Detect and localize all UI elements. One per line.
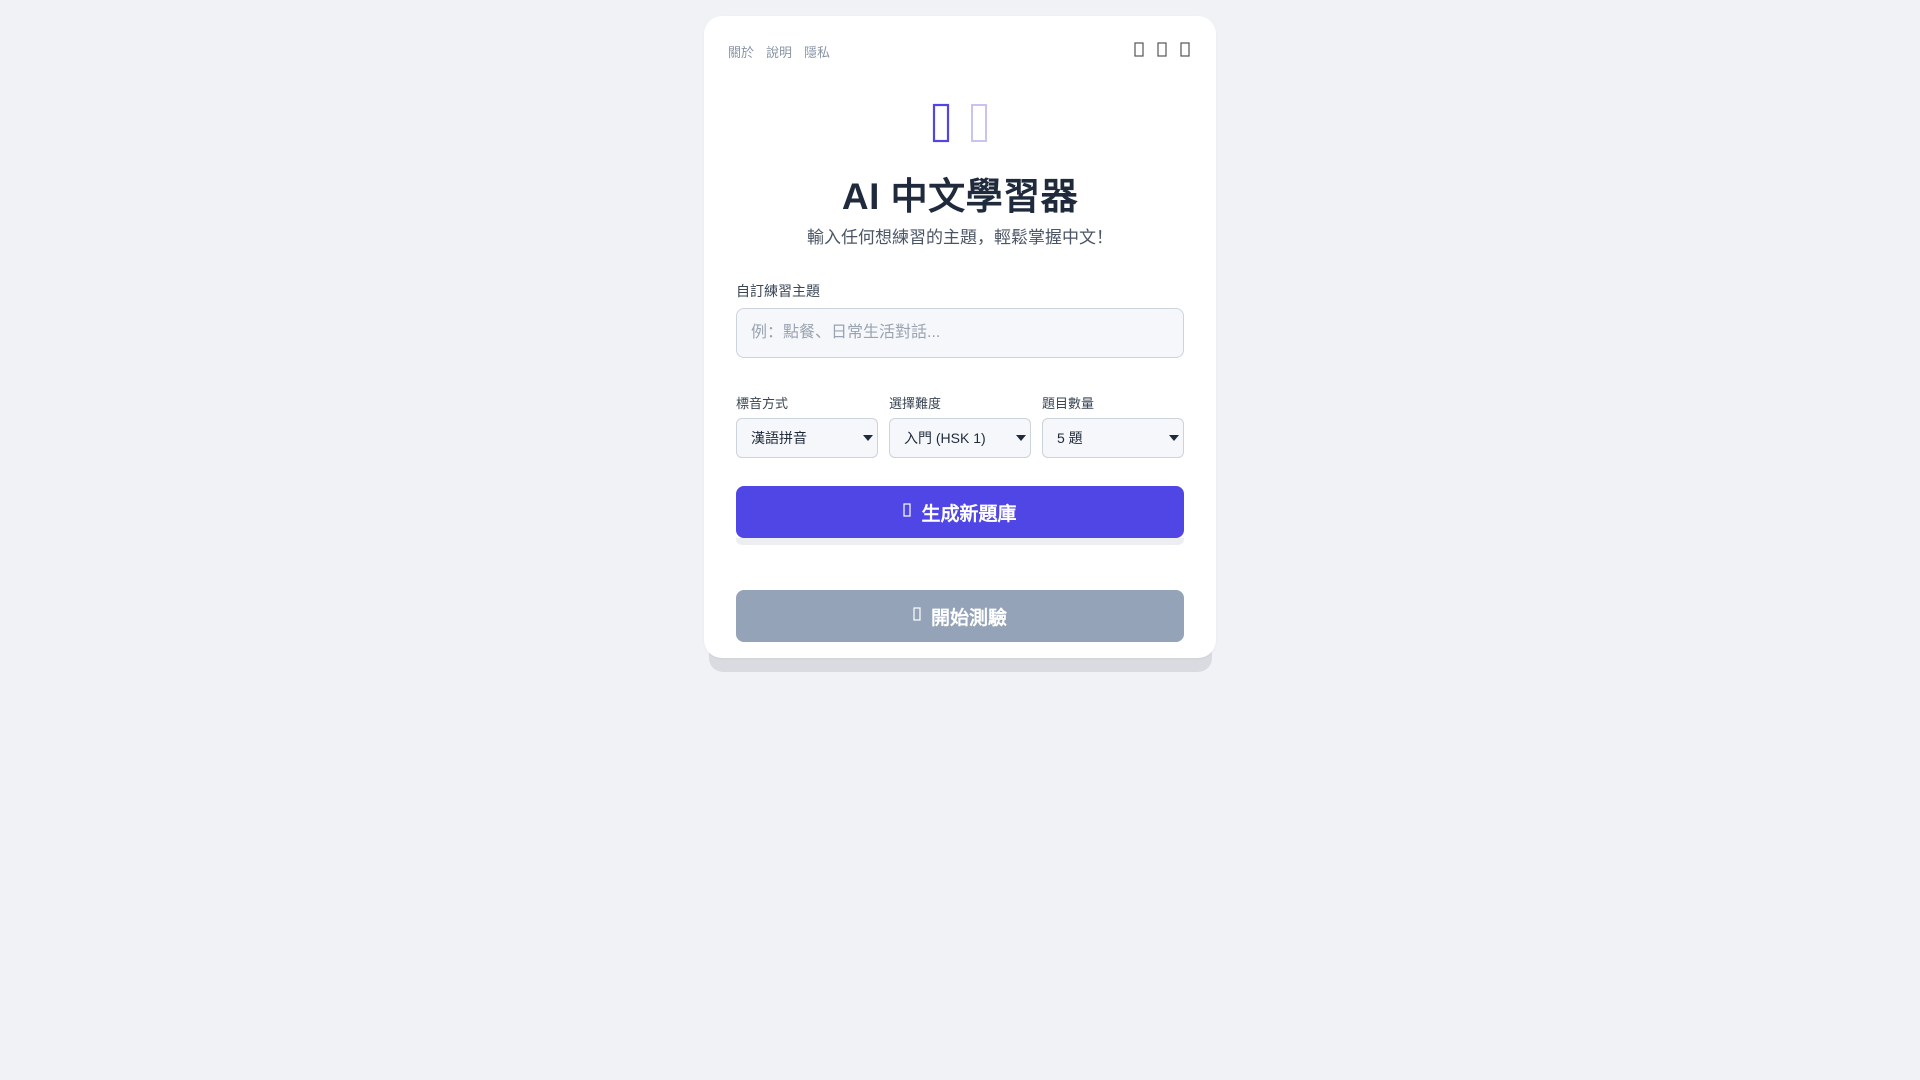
hero-icon-group xyxy=(704,100,1216,146)
sparkle-icon xyxy=(968,100,990,146)
page-title: AI 中文學習器 xyxy=(841,176,1079,217)
topic-input[interactable] xyxy=(736,308,1184,358)
theme-toggle-icon[interactable] xyxy=(1131,40,1146,58)
magic-wand-icon xyxy=(903,501,912,523)
play-icon xyxy=(913,605,921,627)
page-subtitle: 輸入任何想練習的主題，輕鬆掌握中文！ xyxy=(807,228,1113,247)
history-icon[interactable] xyxy=(1154,40,1169,58)
difficulty-select[interactable]: 入門 (HSK 1) xyxy=(889,418,1031,458)
count-select-value: 5 題 xyxy=(1057,430,1083,446)
phonetic-label: 標音方式 xyxy=(736,396,789,411)
generate-progress-track xyxy=(736,538,1184,545)
app-page: 關於 說明 隱私 AI 中文學習器 輸入任何想練習的主題，輕鬆掌握中文！ 自訂練… xyxy=(0,0,1920,1080)
phonetic-select[interactable]: 漢語拼音 xyxy=(736,418,878,458)
about-link[interactable]: 關於 xyxy=(728,42,754,61)
count-label: 題目數量 xyxy=(1042,396,1095,411)
main-card: 關於 說明 隱私 AI 中文學習器 輸入任何想練習的主題，輕鬆掌握中文！ 自訂練… xyxy=(704,16,1216,658)
chevron-down-icon xyxy=(863,435,873,441)
count-select[interactable]: 5 題 xyxy=(1042,418,1184,458)
chinese-character-icon xyxy=(930,100,952,146)
phonetic-select-value: 漢語拼音 xyxy=(751,430,807,446)
start-quiz-button[interactable]: 開始測驗 xyxy=(736,590,1184,642)
privacy-link[interactable]: 隱私 xyxy=(804,42,830,61)
topic-label: 自訂練習主題 xyxy=(736,283,820,299)
top-nav-links: 關於 說明 隱私 xyxy=(728,42,830,61)
chevron-down-icon xyxy=(1016,435,1026,441)
start-quiz-button-label: 開始測驗 xyxy=(930,607,1007,629)
settings-icon[interactable] xyxy=(1177,40,1192,58)
difficulty-select-value: 入門 (HSK 1) xyxy=(904,430,986,446)
generate-button-label: 生成新題庫 xyxy=(921,503,1017,525)
difficulty-label: 選擇難度 xyxy=(889,396,942,411)
help-link[interactable]: 說明 xyxy=(766,42,792,61)
top-icon-group xyxy=(1131,40,1192,58)
generate-button[interactable]: 生成新題庫 xyxy=(736,486,1184,538)
chevron-down-icon xyxy=(1169,435,1179,441)
